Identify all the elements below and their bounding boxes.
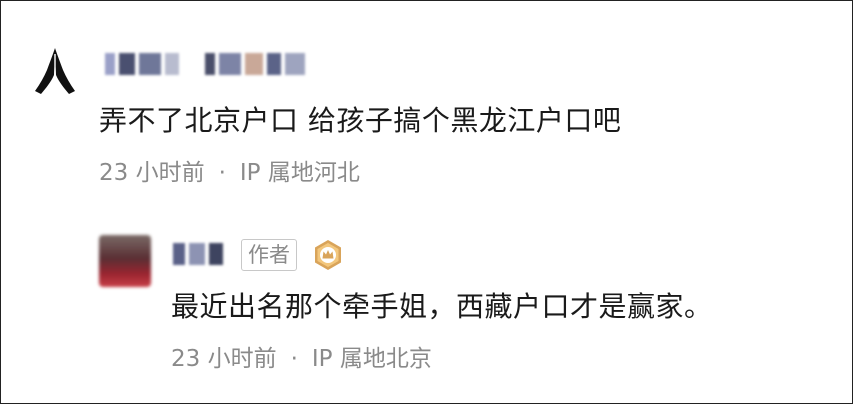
crown-badge-icon xyxy=(312,239,344,271)
meta-separator: · xyxy=(290,346,298,372)
reply-avatar[interactable] xyxy=(99,235,151,287)
comment-avatar[interactable] xyxy=(27,43,83,99)
reply-text: 最近出名那个牵手姐，西藏户口才是赢家。 xyxy=(171,290,713,323)
comment-text: 弄不了北京户口 给孩子搞个黑龙江户口吧 xyxy=(99,104,622,137)
comment-meta: 23 小时前 · IP 属地河北 xyxy=(99,153,360,187)
reply-location: IP 属地北京 xyxy=(311,346,432,372)
comment-location: IP 属地河北 xyxy=(239,160,360,186)
reply-username[interactable] xyxy=(173,243,223,265)
meta-separator: · xyxy=(218,160,226,186)
comment-time: 23 小时前 xyxy=(99,160,205,186)
comment-card: 弄不了北京户口 给孩子搞个黑龙江户口吧 23 小时前 · IP 属地河北 作者 最近… xyxy=(0,0,853,404)
reply-time: 23 小时前 xyxy=(171,346,277,372)
author-tag: 作者 xyxy=(241,239,297,271)
folded-hands-icon xyxy=(35,48,75,94)
comment-username[interactable] xyxy=(105,53,305,75)
reply-meta: 23 小时前 · IP 属地北京 xyxy=(171,339,432,373)
